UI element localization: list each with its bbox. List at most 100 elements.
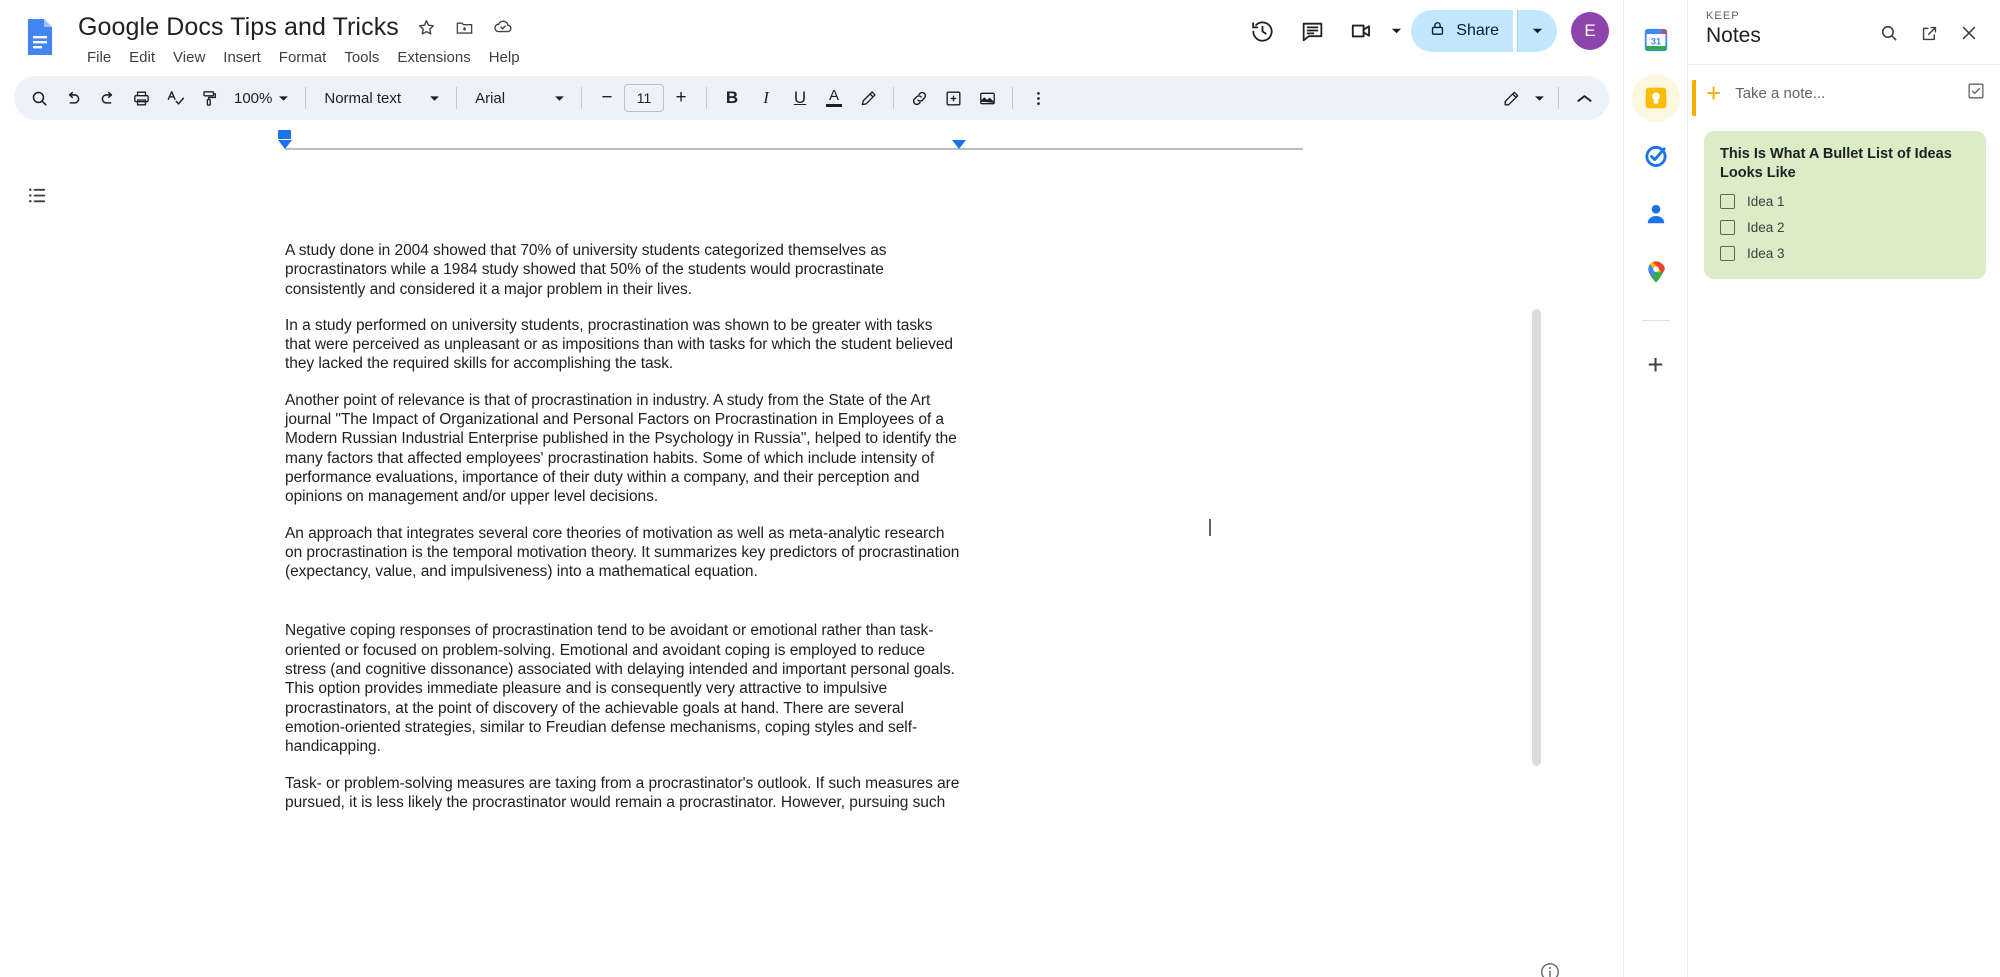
document-paragraph: Task- or problem-solving measures are ta… bbox=[285, 774, 960, 811]
google-keep-icon[interactable] bbox=[1631, 74, 1696, 122]
add-comment-icon[interactable] bbox=[936, 81, 970, 115]
search-icon[interactable] bbox=[22, 81, 56, 115]
svg-text:31: 31 bbox=[1650, 37, 1660, 47]
insert-image-icon[interactable] bbox=[970, 81, 1004, 115]
increase-font-size-button[interactable]: + bbox=[664, 81, 698, 115]
menu-edit[interactable]: Edit bbox=[120, 46, 164, 69]
text-color-swatch bbox=[826, 104, 843, 107]
get-add-ons-button[interactable]: + bbox=[1632, 341, 1680, 389]
cloud-saved-icon[interactable] bbox=[489, 13, 517, 41]
keep-kicker-label: KEEP bbox=[1706, 10, 1740, 22]
note-checklist-item[interactable]: Idea 1 bbox=[1720, 194, 1970, 209]
undo-icon[interactable] bbox=[56, 81, 90, 115]
menu-tools[interactable]: Tools bbox=[335, 46, 388, 69]
note-checklist-item[interactable]: Idea 2 bbox=[1720, 220, 1970, 235]
chevron-down-icon bbox=[554, 89, 565, 107]
note-item-label: Idea 1 bbox=[1747, 194, 1785, 209]
open-in-new-icon[interactable] bbox=[1910, 14, 1948, 52]
google-contacts-icon[interactable] bbox=[1632, 190, 1680, 238]
left-indent-handle[interactable] bbox=[278, 140, 292, 149]
left-indent-marker[interactable] bbox=[278, 130, 292, 149]
avatar[interactable]: E bbox=[1571, 12, 1609, 50]
note-item-label: Idea 2 bbox=[1747, 220, 1785, 235]
redo-icon[interactable] bbox=[90, 81, 124, 115]
keep-notes-panel: KEEP Notes + Take a note... This Is What… bbox=[1687, 0, 2000, 977]
print-icon[interactable] bbox=[124, 81, 158, 115]
link-icon[interactable] bbox=[902, 81, 936, 115]
new-list-checkbox-icon[interactable] bbox=[1966, 81, 1986, 106]
close-icon[interactable] bbox=[1950, 14, 1988, 52]
toolbar-divider bbox=[706, 87, 708, 109]
document-title[interactable]: Google Docs Tips and Tricks bbox=[78, 13, 399, 42]
search-icon[interactable] bbox=[1870, 14, 1908, 52]
checkbox-icon[interactable] bbox=[1720, 220, 1735, 235]
zoom-control[interactable]: 100% bbox=[226, 81, 297, 115]
comment-history-icon[interactable] bbox=[1289, 8, 1335, 54]
chevron-down-icon bbox=[278, 89, 289, 107]
ruler[interactable] bbox=[0, 130, 1623, 156]
note-item-label: Idea 3 bbox=[1747, 246, 1785, 261]
document-scrollbar[interactable] bbox=[1532, 309, 1541, 766]
document-paragraph: In a study performed on university stude… bbox=[285, 316, 954, 373]
note-checklist-item[interactable]: Idea 3 bbox=[1720, 246, 1970, 261]
version-history-icon[interactable] bbox=[1239, 8, 1285, 54]
move-to-folder-icon[interactable] bbox=[451, 13, 479, 41]
share-button[interactable]: Share bbox=[1411, 10, 1513, 52]
share-chevron-down-icon[interactable] bbox=[1517, 10, 1557, 52]
take-a-note-row[interactable]: + Take a note... bbox=[1688, 65, 2000, 121]
font-family-value: Arial bbox=[475, 89, 506, 107]
chevron-up-icon[interactable] bbox=[1567, 81, 1601, 115]
document-paragraph: Another point of relevance is that of pr… bbox=[285, 391, 957, 506]
document-outline-icon[interactable] bbox=[22, 180, 52, 210]
menu-view[interactable]: View bbox=[164, 46, 214, 69]
first-line-indent-handle[interactable] bbox=[278, 130, 291, 139]
decrease-font-size-button[interactable]: − bbox=[590, 81, 624, 115]
meet-camera-icon[interactable] bbox=[1339, 8, 1385, 54]
spellcheck-icon[interactable] bbox=[158, 81, 192, 115]
star-icon[interactable] bbox=[413, 13, 441, 41]
meet-chevron-down-icon[interactable] bbox=[1385, 11, 1407, 51]
keep-note-card[interactable]: This Is What A Bullet List of Ideas Look… bbox=[1704, 131, 1986, 279]
more-vertical-icon[interactable] bbox=[1021, 81, 1055, 115]
toolbar-divider bbox=[581, 87, 583, 109]
document-canvas[interactable]: A study done in 2004 showed that 70% of … bbox=[0, 156, 1623, 977]
paragraph-style-value: Normal text bbox=[324, 89, 402, 107]
menu-help[interactable]: Help bbox=[480, 46, 529, 69]
take-a-note-input[interactable]: Take a note... bbox=[1735, 85, 1952, 102]
font-family-dropdown[interactable]: Arial bbox=[465, 81, 573, 115]
google-maps-icon[interactable] bbox=[1632, 248, 1680, 296]
google-calendar-icon[interactable]: 31 bbox=[1632, 16, 1680, 64]
menu-insert[interactable]: Insert bbox=[214, 46, 270, 69]
side-app-rail: 31 + bbox=[1623, 0, 1696, 977]
chevron-down-icon bbox=[429, 89, 440, 107]
font-size-input[interactable] bbox=[624, 84, 665, 112]
right-indent-handle[interactable] bbox=[952, 140, 966, 149]
paint-format-icon[interactable] bbox=[192, 81, 226, 115]
share-label: Share bbox=[1456, 22, 1499, 39]
formatting-toolbar: 100% Normal text Arial − 11 + B I U A bbox=[14, 76, 1609, 120]
meet-group bbox=[1339, 8, 1407, 54]
underline-button[interactable]: U bbox=[783, 81, 817, 115]
bold-button[interactable]: B bbox=[715, 81, 749, 115]
menu-extensions[interactable]: Extensions bbox=[388, 46, 479, 69]
menu-format[interactable]: Format bbox=[270, 46, 336, 69]
google-docs-logo-icon[interactable] bbox=[18, 15, 62, 59]
italic-button[interactable]: I bbox=[749, 81, 783, 115]
document-paragraph: Negative coping responses of procrastina… bbox=[285, 622, 955, 756]
highlight-pen-icon[interactable] bbox=[851, 81, 885, 115]
paragraph-style-dropdown[interactable]: Normal text bbox=[314, 81, 448, 115]
menu-file[interactable]: File bbox=[78, 46, 120, 69]
right-indent-marker[interactable] bbox=[952, 139, 966, 149]
header-actions: Share E bbox=[1239, 8, 1609, 54]
keep-header-actions bbox=[1870, 14, 1988, 52]
document-page[interactable]: A study done in 2004 showed that 70% of … bbox=[285, 241, 961, 829]
pencil-icon[interactable] bbox=[1494, 81, 1528, 115]
checkbox-icon[interactable] bbox=[1720, 194, 1735, 209]
text-color-button[interactable]: A bbox=[817, 81, 851, 115]
checkbox-icon[interactable] bbox=[1720, 246, 1735, 261]
editing-mode-chevron-down-icon[interactable] bbox=[1528, 78, 1550, 118]
keep-header-titles: KEEP Notes bbox=[1706, 10, 1761, 48]
info-icon[interactable] bbox=[1535, 957, 1565, 977]
google-tasks-icon[interactable] bbox=[1632, 132, 1680, 180]
plus-icon: + bbox=[1706, 78, 1722, 108]
